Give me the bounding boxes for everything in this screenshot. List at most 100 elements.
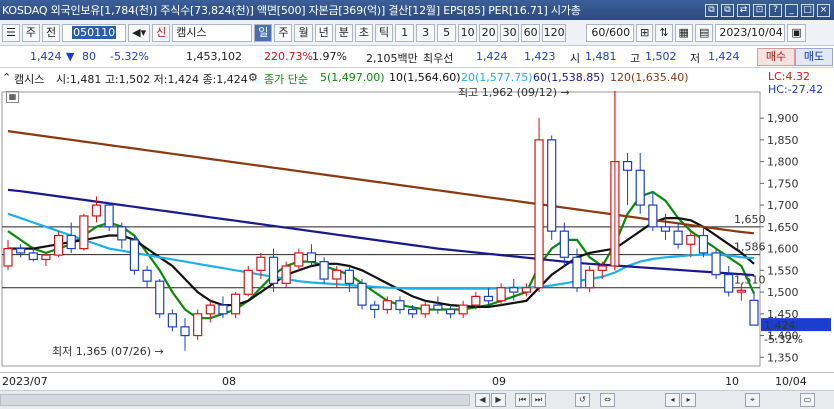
period-second[interactable]: 초 xyxy=(354,23,373,42)
candle-body xyxy=(534,139,544,289)
reset-icon[interactable]: ↺ xyxy=(575,393,590,407)
menu-icon[interactable]: ☰ xyxy=(2,23,20,42)
period-minute[interactable]: 분 xyxy=(334,23,353,42)
period-yearly[interactable]: 년 xyxy=(314,23,333,42)
candle-body xyxy=(205,304,215,315)
interval-120[interactable]: 120 xyxy=(542,23,567,42)
candle-body xyxy=(294,252,304,267)
buy-button[interactable]: 매수 xyxy=(757,48,795,66)
candle xyxy=(243,265,253,297)
candle-body xyxy=(547,139,557,232)
price-chart[interactable]: 1,6501,5861,510 1,9001,8501,8001,7501,70… xyxy=(0,88,834,372)
candle-body xyxy=(167,313,177,328)
candle-body xyxy=(635,169,645,206)
sell-button[interactable]: 매도 xyxy=(795,48,833,66)
candle-body xyxy=(142,269,152,282)
zoom-in-icon[interactable]: ▸ xyxy=(681,393,696,407)
candle xyxy=(281,261,291,288)
screen-icon[interactable]: ⊡ xyxy=(753,3,766,17)
interval-20[interactable]: 20 xyxy=(479,23,499,42)
turnover-rate: 1.97% xyxy=(312,50,347,63)
candle-body xyxy=(408,308,418,315)
page-count-field[interactable]: 60/600 xyxy=(586,23,635,42)
current-rate-label: -5.32% xyxy=(764,333,803,346)
legend-collapse-icon[interactable]: ⌃ xyxy=(2,71,11,84)
interval-60[interactable]: 60 xyxy=(521,23,541,42)
candle-body xyxy=(28,252,38,261)
x-label-2023-07: 2023/07 xyxy=(2,375,48,388)
date-field[interactable]: 2023/10/04 xyxy=(715,23,786,42)
candle-body xyxy=(104,204,114,228)
speaker-icon[interactable]: ◀▾ xyxy=(128,23,151,42)
candle xyxy=(41,252,51,266)
scroll-left-icon[interactable]: ◀ xyxy=(475,393,490,407)
candle-body xyxy=(673,230,683,245)
candle-body xyxy=(193,313,203,337)
filter-icon[interactable]: ▤ xyxy=(694,23,714,42)
close-icon[interactable]: × xyxy=(817,3,830,17)
stock-code-input[interactable]: 050110 xyxy=(62,23,127,42)
stock-type-select[interactable]: 주 xyxy=(21,23,40,42)
chart-scrollbar[interactable] xyxy=(0,394,470,406)
current-price: 1,424 xyxy=(30,50,62,63)
y-tick-label: 1,700 xyxy=(767,199,799,212)
candle-body xyxy=(736,289,746,293)
minimize-icon[interactable]: _ xyxy=(785,3,798,17)
y-tick-label: 1,600 xyxy=(767,243,799,256)
interval-3[interactable]: 3 xyxy=(416,23,436,42)
interval-1[interactable]: 1 xyxy=(395,23,415,42)
credit-badge: 신 xyxy=(152,23,171,42)
ruler-icon[interactable]: ▦ xyxy=(674,23,693,42)
candle-body xyxy=(698,234,709,254)
stock-name-field[interactable]: 캠시스 xyxy=(172,23,253,42)
maximize-icon[interactable]: □ xyxy=(801,3,814,17)
candle xyxy=(711,248,721,280)
link-icon[interactable]: ⧉ xyxy=(705,3,718,17)
moving-averages xyxy=(7,130,755,320)
legend-settings-icon[interactable]: ⚙ xyxy=(248,71,258,84)
legend-ma-type: 종가 단순 xyxy=(264,73,308,86)
high-note: 최고 1,962 (09/12) → xyxy=(458,88,570,99)
period-daily[interactable]: 일 xyxy=(254,23,273,42)
y-tick-label: 1,550 xyxy=(767,264,799,277)
candle xyxy=(686,231,696,258)
indicator-legend: ⌃ 캠시스 시:1,481 고:1,502 저:1,424 종:1,424 ⚙ … xyxy=(0,68,765,88)
candle-body xyxy=(230,293,241,315)
help-icon[interactable]: ? xyxy=(769,3,782,17)
grid-lines xyxy=(1,91,761,367)
first-icon[interactable]: ⏮ xyxy=(515,393,530,407)
market-select[interactable]: 전 xyxy=(42,23,61,42)
candle xyxy=(622,152,633,206)
last-icon[interactable]: ⏭ xyxy=(531,393,546,407)
copy-icon[interactable]: ⧉ xyxy=(721,3,734,17)
crosshair-icon[interactable]: ⌖ xyxy=(745,393,760,407)
calendar-icon[interactable]: ▣ xyxy=(787,23,806,42)
window-icon[interactable]: ▭ xyxy=(800,393,815,407)
zoom-out-icon[interactable]: ◂ xyxy=(665,393,680,407)
change-amount: 80 xyxy=(82,50,96,63)
candle-body xyxy=(648,204,658,228)
y-tick-label: 1,800 xyxy=(767,156,799,169)
candle-body xyxy=(306,252,317,263)
interval-5[interactable]: 5 xyxy=(437,23,457,42)
fit-icon[interactable]: ⇔ xyxy=(600,393,615,407)
compare-icon[interactable]: ⇅ xyxy=(655,23,673,42)
scroll-right-icon[interactable]: ▶ xyxy=(491,393,506,407)
volume-ratio: 220.73% xyxy=(264,50,313,63)
period-tick[interactable]: 틱 xyxy=(374,23,394,42)
y-tick-label: 1,350 xyxy=(767,351,799,364)
interval-10[interactable]: 10 xyxy=(458,23,478,42)
period-weekly[interactable]: 주 xyxy=(274,23,293,42)
candle-body xyxy=(572,256,582,289)
swap-icon[interactable]: ⇄ xyxy=(737,3,750,17)
candle-body xyxy=(395,300,405,311)
current-price-label: 1,424 xyxy=(764,319,796,332)
period-monthly[interactable]: 월 xyxy=(294,23,313,42)
zoom-icon[interactable]: ⊞ xyxy=(636,23,654,42)
candle-body xyxy=(344,269,354,284)
candle-body xyxy=(243,269,253,295)
interval-30[interactable]: 30 xyxy=(500,23,520,42)
x-label-08: 08 xyxy=(222,375,236,388)
candle xyxy=(724,265,734,297)
candle-body xyxy=(496,287,506,302)
